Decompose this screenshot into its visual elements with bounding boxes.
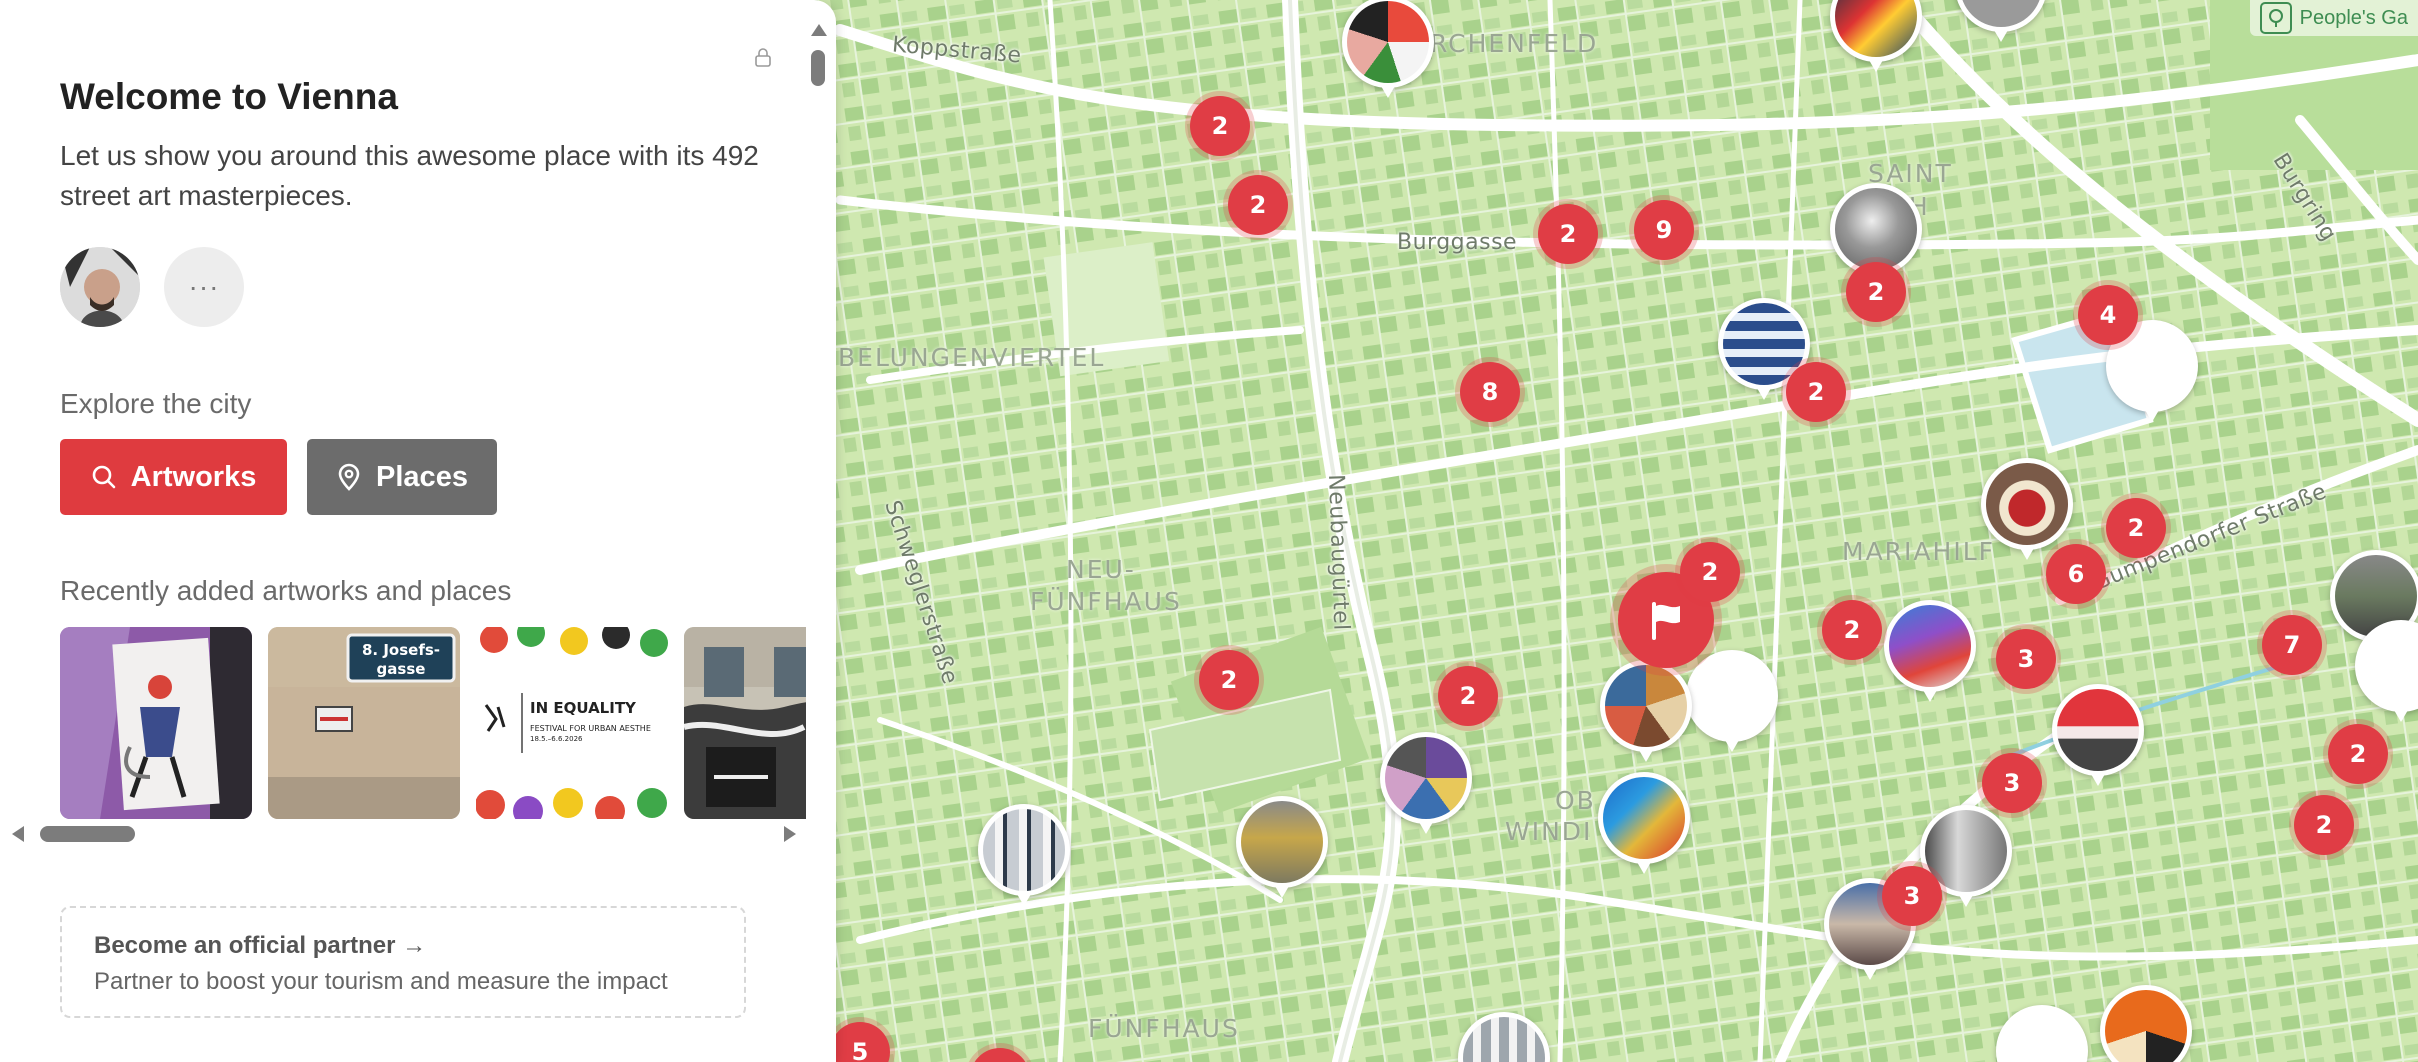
cluster-marker[interactable]: 2	[1438, 666, 1498, 726]
partner-subtitle: Partner to boost your tourism and measur…	[94, 968, 668, 995]
map-pin-icon	[338, 463, 360, 491]
intro-text: Let us show you around this awesome plac…	[60, 140, 759, 211]
recent-carousel[interactable]: 8. Josefs- gasse IN EQUALITY FESTIVAL FO…	[60, 627, 806, 819]
recent-artwork-thumbnail[interactable]	[684, 627, 806, 819]
avatar-image	[60, 247, 140, 327]
cluster-marker[interactable]: 2	[1190, 96, 1250, 156]
carousel-scrollbar[interactable]	[10, 822, 800, 848]
district-label: BELUNGENVIERTEL	[838, 343, 1106, 372]
more-options-button[interactable]: ···	[164, 247, 244, 327]
cluster-marker[interactable]: 2	[1199, 650, 1259, 710]
cluster-marker[interactable]: 8	[1460, 362, 1520, 422]
poster-title: IN EQUALITY	[530, 699, 637, 717]
district-label: FÜNFHAUS	[1088, 1014, 1240, 1043]
cluster-marker[interactable]: 2	[1822, 600, 1882, 660]
sign-text-line1: 8. Josefs-	[362, 641, 440, 659]
artwork-image	[60, 627, 252, 819]
partner-card[interactable]: Become an official partner → Partner to …	[60, 906, 746, 1018]
search-icon	[92, 465, 115, 489]
artwork-pin[interactable]	[1598, 772, 1690, 874]
artwork-pin[interactable]	[1600, 660, 1692, 762]
carousel-scroll-thumb[interactable]	[40, 826, 135, 842]
scroll-thumb[interactable]	[811, 50, 825, 86]
scroll-up-arrow-icon[interactable]	[811, 24, 827, 36]
district-label: RCHENFELD	[1430, 29, 1599, 58]
avatar[interactable]	[60, 247, 140, 327]
map-poi-label: People's Ga	[2249, 0, 2418, 36]
street-label: Burggasse	[1397, 230, 1518, 255]
recent-heading: Recently added artworks and places	[60, 575, 512, 606]
artwork-pin[interactable]	[1342, 0, 1434, 98]
recent-artwork-thumbnail[interactable]	[60, 627, 252, 819]
cluster-marker[interactable]: 2	[1538, 204, 1598, 264]
lock-icon[interactable]	[753, 47, 773, 67]
page-title: Welcome to Vienna	[60, 76, 398, 117]
scroll-right-arrow-icon[interactable]	[784, 826, 796, 842]
district-label: WINDI	[1505, 817, 1593, 846]
cluster-marker[interactable]: 4	[2078, 285, 2138, 345]
places-button-label: Places	[376, 460, 468, 493]
cluster-marker[interactable]: 3	[1996, 629, 2056, 689]
cluster-marker[interactable]: 2	[1228, 175, 1288, 235]
partner-title: Become an official partner →	[94, 932, 427, 959]
artwork-image	[684, 627, 806, 819]
cluster-marker[interactable]: 6	[2046, 544, 2106, 604]
district-label: NEU-	[1066, 555, 1136, 584]
cluster-marker[interactable]: 2	[1786, 362, 1846, 422]
scroll-left-arrow-icon[interactable]	[12, 826, 24, 842]
artwork-pin[interactable]	[2052, 684, 2144, 786]
cluster-marker[interactable]: 2	[1680, 542, 1740, 602]
district-label: MARIAHILF	[1842, 537, 1995, 566]
cluster-marker[interactable]: 2	[1846, 262, 1906, 322]
welcome-panel: Welcome to Vienna Let us show you around…	[0, 0, 836, 1062]
places-button[interactable]: Places	[307, 439, 497, 515]
artworks-button[interactable]: Artworks	[60, 439, 287, 515]
map-poi-text: People's Ga	[2299, 6, 2408, 29]
recent-artwork-thumbnail[interactable]: IN EQUALITY FESTIVAL FOR URBAN AESTHE 18…	[476, 627, 668, 819]
artworks-button-label: Artworks	[130, 460, 257, 493]
cluster-marker[interactable]: 2	[2294, 795, 2354, 855]
street-sign-image: 8. Josefs- gasse	[268, 627, 460, 819]
cluster-marker[interactable]: 2	[2328, 724, 2388, 784]
artwork-pin[interactable]	[1686, 650, 1778, 752]
flag-icon	[1652, 602, 1680, 640]
poster-dates: 18.5.–6.6.2026	[530, 735, 583, 743]
explore-heading: Explore the city	[60, 388, 252, 419]
panel-scrollbar[interactable]	[808, 22, 830, 1062]
tree-icon	[2259, 2, 2292, 34]
cluster-marker[interactable]: 3	[1982, 753, 2042, 813]
artwork-pin[interactable]	[1380, 732, 1472, 834]
artwork-pin[interactable]	[1884, 600, 1976, 702]
recent-artwork-thumbnail[interactable]: 8. Josefs- gasse	[268, 627, 460, 819]
sign-text-line2: gasse	[377, 660, 426, 678]
festival-poster-image: IN EQUALITY FESTIVAL FOR URBAN AESTHE 18…	[476, 627, 668, 819]
cluster-marker[interactable]: 9	[1634, 200, 1694, 260]
district-label: OB	[1555, 786, 1596, 815]
cluster-marker[interactable]: 3	[1882, 866, 1942, 926]
artwork-pin[interactable]	[1981, 458, 2073, 560]
artwork-pin[interactable]	[1236, 796, 1328, 898]
artwork-pin[interactable]	[978, 804, 1070, 906]
cluster-marker[interactable]: 2	[2106, 498, 2166, 558]
cluster-marker[interactable]: 7	[2262, 615, 2322, 675]
district-label: FÜNFHAUS	[1030, 587, 1182, 616]
poster-subtitle: FESTIVAL FOR URBAN AESTHE	[530, 724, 651, 733]
